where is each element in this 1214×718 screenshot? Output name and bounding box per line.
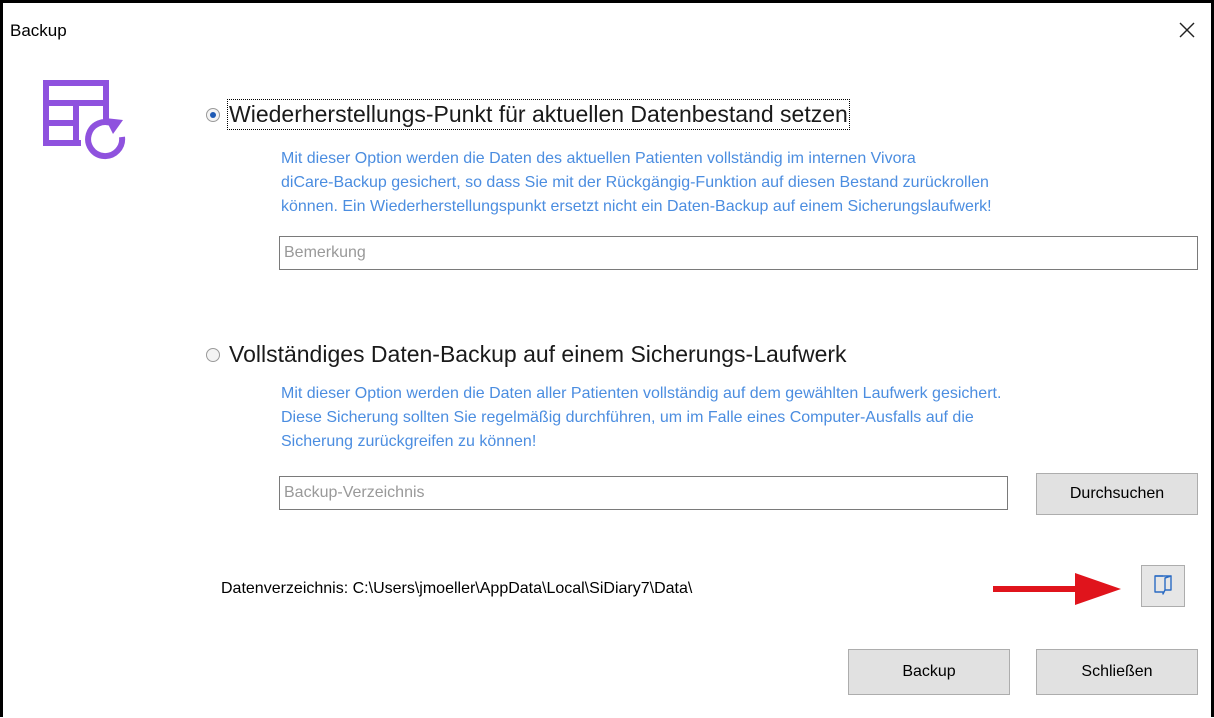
- close-icon[interactable]: [1174, 17, 1200, 43]
- radio-restore-point[interactable]: Wiederherstellungs-Punkt für aktuellen D…: [206, 99, 850, 130]
- close-button[interactable]: Schließen: [1036, 649, 1198, 695]
- description-line: Mit dieser Option werden die Daten des a…: [281, 150, 916, 167]
- backup-dialog: Backup Wiederherstellungs-Punkt für aktu…: [0, 0, 1214, 717]
- full-backup-description: Mit dieser Option werden die Daten aller…: [281, 382, 1201, 454]
- backup-button[interactable]: Backup: [848, 649, 1010, 695]
- description-line: können. Ein Wiederherstellungspunkt erse…: [281, 198, 992, 215]
- radio-full-backup[interactable]: Vollständiges Daten-Backup auf einem Sic…: [206, 341, 847, 368]
- database-restore-icon: [43, 80, 133, 160]
- description-line: Diese Sicherung sollten Sie regelmäßig d…: [281, 409, 974, 426]
- description-line: diCare-Backup gesichert, so dass Sie mit…: [281, 174, 989, 191]
- radio-restore-point-label[interactable]: Wiederherstellungs-Punkt für aktuellen D…: [227, 99, 850, 130]
- window-title: Backup: [10, 21, 67, 40]
- folder-icon: [1152, 573, 1174, 600]
- description-line: Sicherung zurückgreifen zu können!: [281, 433, 537, 450]
- remark-input[interactable]: [279, 236, 1198, 270]
- radio-full-backup-circle[interactable]: [206, 347, 220, 362]
- data-directory-label: Datenverzeichnis: C:\Users\jmoeller\AppD…: [221, 580, 693, 597]
- restore-point-description: Mit dieser Option werden die Daten des a…: [281, 147, 1201, 219]
- browse-button[interactable]: Durchsuchen: [1036, 473, 1198, 515]
- red-arrow-icon: [991, 569, 1123, 609]
- description-line: Mit dieser Option werden die Daten aller…: [281, 385, 1002, 402]
- radio-full-backup-label[interactable]: Vollständiges Daten-Backup auf einem Sic…: [229, 341, 847, 368]
- radio-restore-point-circle[interactable]: [206, 107, 220, 122]
- radio-selected-dot: [210, 111, 216, 118]
- open-folder-button[interactable]: [1141, 565, 1185, 607]
- backup-directory-input[interactable]: [279, 476, 1008, 510]
